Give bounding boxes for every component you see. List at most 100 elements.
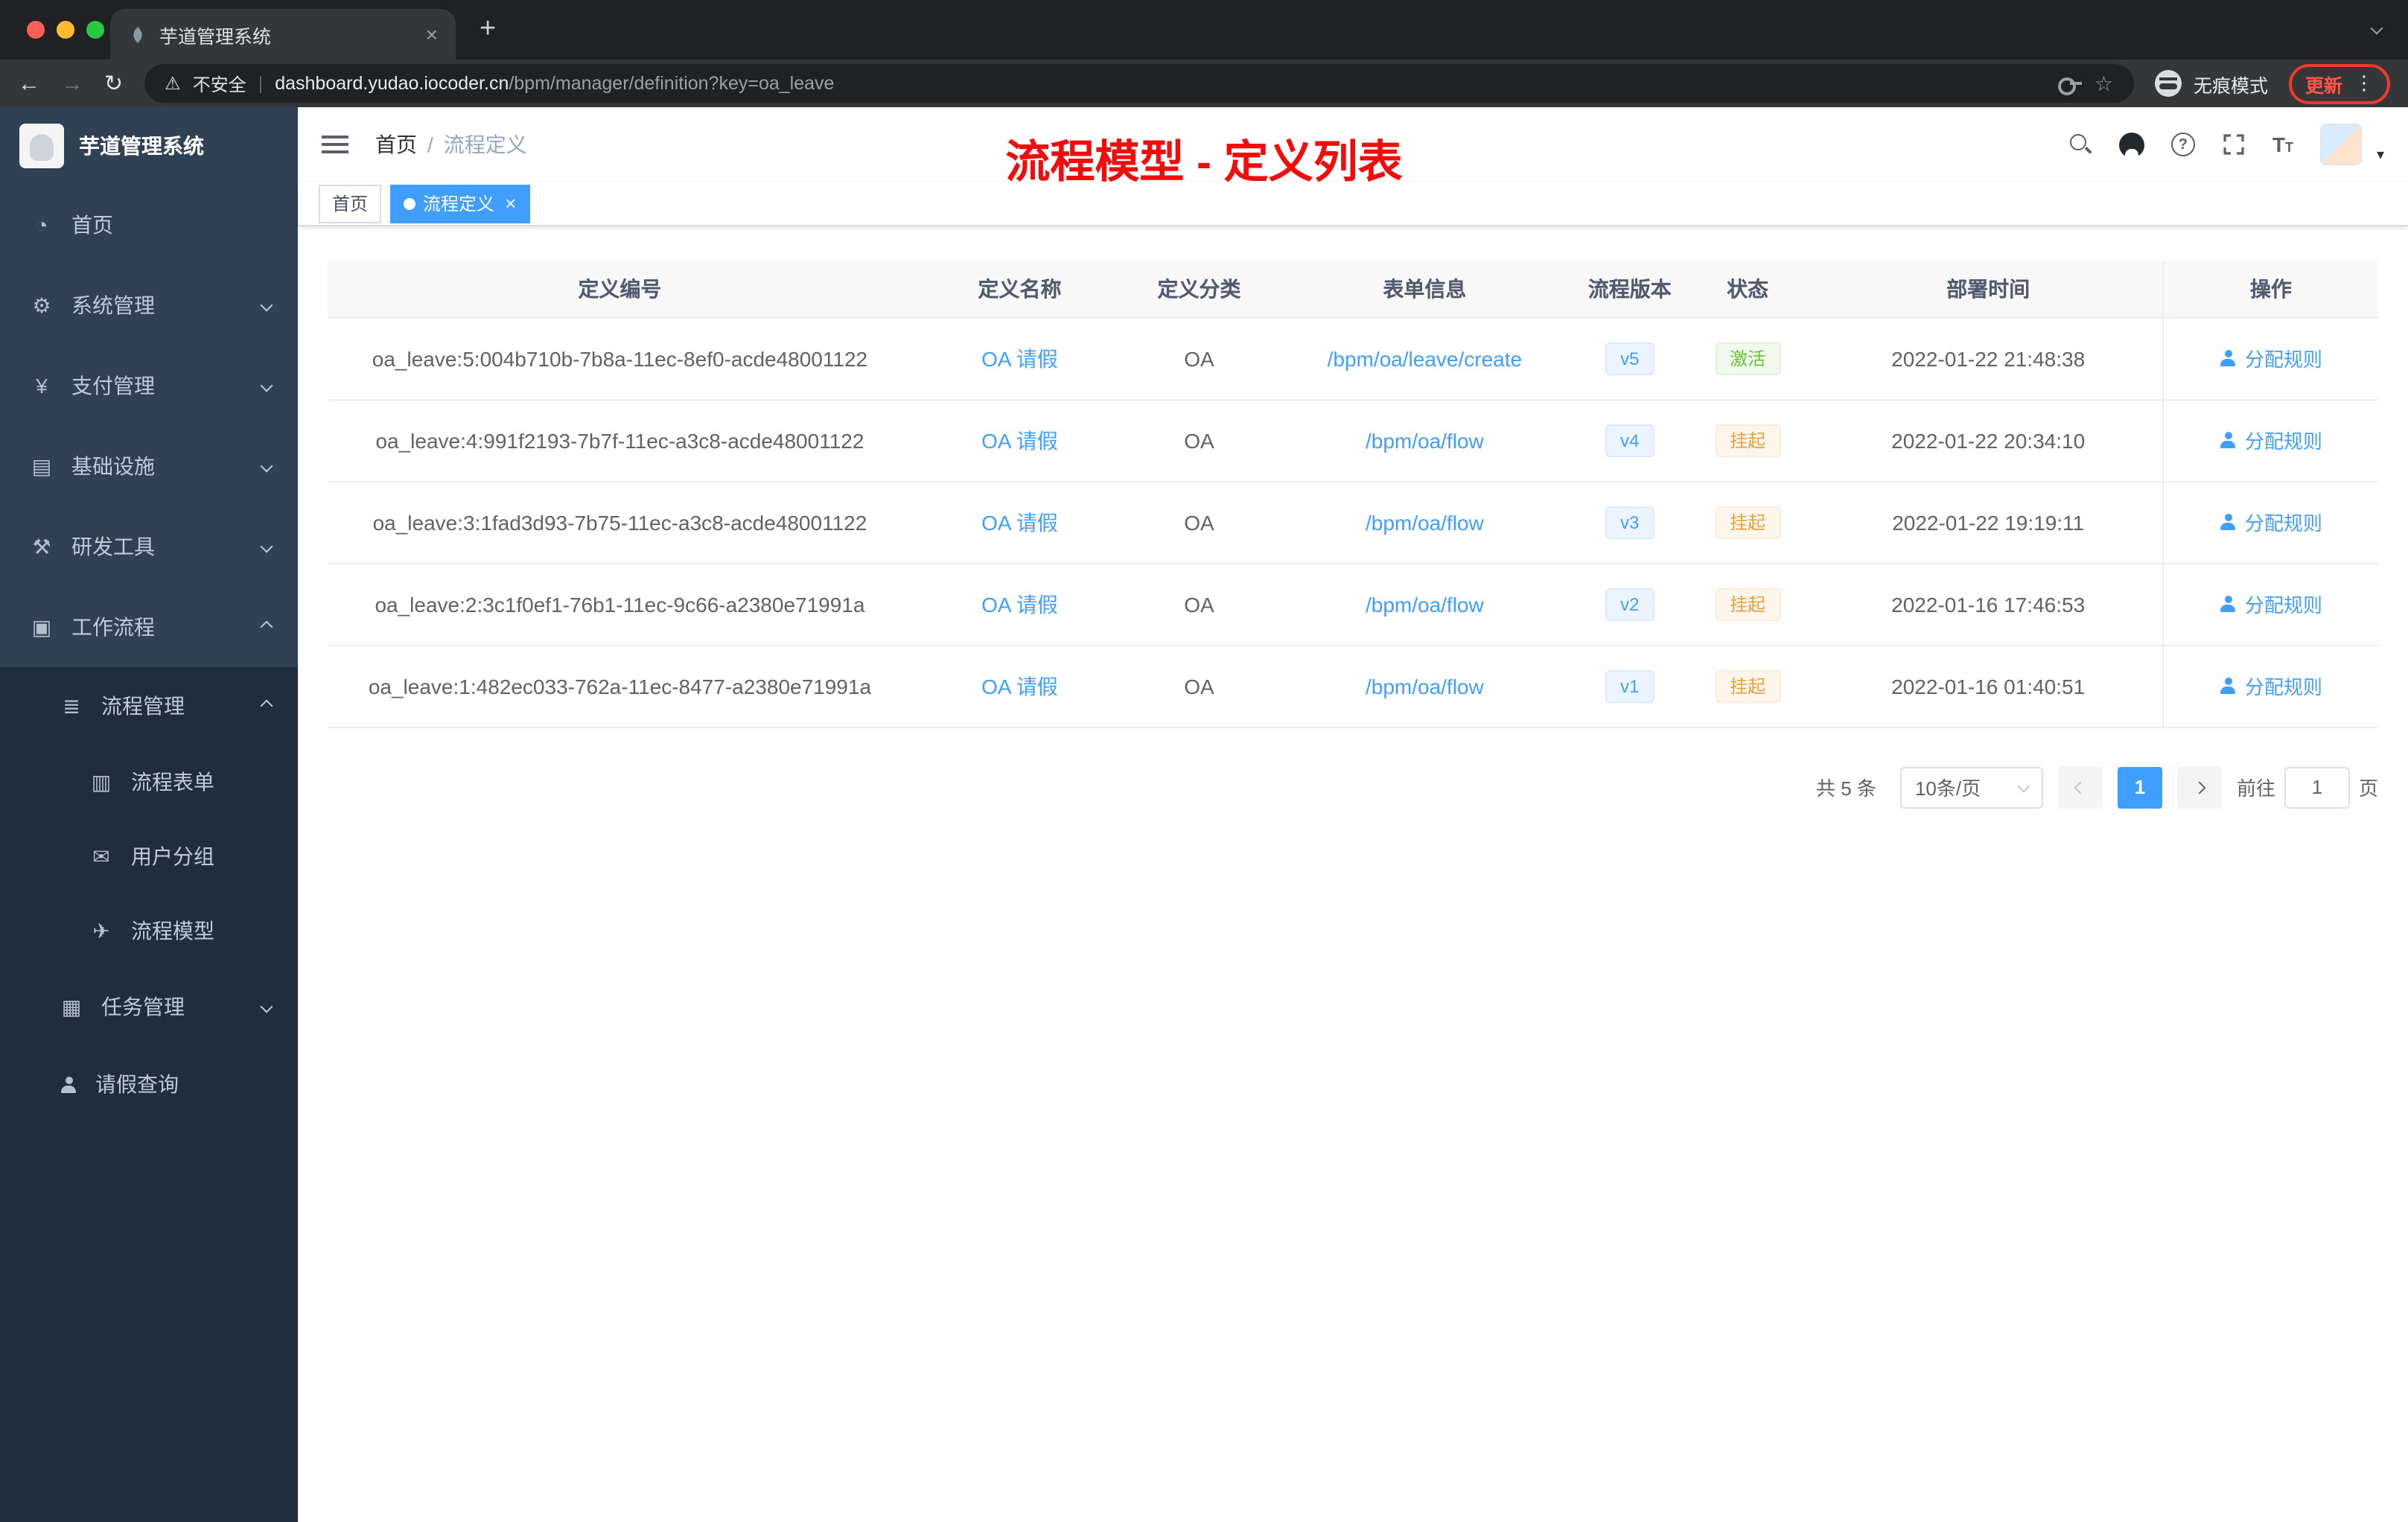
- form-link[interactable]: /bpm/oa/flow: [1366, 592, 1484, 616]
- status-badge: 挂起: [1715, 588, 1781, 620]
- bookmark-star-icon[interactable]: ☆: [2095, 73, 2113, 94]
- tag-label: 流程定义: [423, 194, 495, 214]
- incognito-icon: [2154, 70, 2182, 97]
- assign-rule-link[interactable]: 分配规则: [2220, 508, 2322, 536]
- forward-icon[interactable]: →: [61, 72, 83, 95]
- breadcrumb-home[interactable]: 首页: [375, 133, 417, 156]
- page-size-select[interactable]: 10条/页: [1899, 766, 2043, 808]
- goto-suffix: 页: [2358, 777, 2378, 800]
- sidebar-item-user-group[interactable]: ✉ 用户分组: [0, 819, 298, 894]
- cell-deploy-time: 2022-01-16 01:40:51: [1814, 645, 2163, 727]
- form-link[interactable]: /bpm/oa/leave/create: [1328, 346, 1523, 370]
- key-icon[interactable]: [2058, 76, 2083, 95]
- update-label: 更新: [2305, 75, 2342, 96]
- cell-category: OA: [1127, 317, 1271, 400]
- tab-close-icon[interactable]: ×: [426, 24, 438, 45]
- version-badge: v5: [1605, 342, 1654, 375]
- col-action: 操作: [2162, 261, 2378, 318]
- prev-page-button[interactable]: [2057, 766, 2103, 808]
- browser-tab[interactable]: 芋道管理系统 ×: [110, 9, 456, 60]
- cell-deploy-time: 2022-01-22 20:34:10: [1814, 399, 2163, 482]
- tag-process-definition[interactable]: 流程定义 ×: [390, 184, 530, 223]
- cell-definition-id: oa_leave:3:1fad3d93-7b75-11ec-a3c8-acde4…: [328, 481, 912, 564]
- form-link[interactable]: /bpm/oa/flow: [1366, 428, 1484, 452]
- close-window-button[interactable]: [27, 21, 45, 39]
- assign-rule-link[interactable]: 分配规则: [2220, 590, 2322, 618]
- breadcrumb-separator: /: [427, 133, 433, 156]
- sidebar-item-task-management[interactable]: ▦ 任务管理: [0, 968, 298, 1045]
- version-badge: v3: [1605, 506, 1654, 538]
- definitions-table: 定义编号 定义名称 定义分类 表单信息 流程版本 状态 部署时间 操作 oa_l: [328, 261, 2378, 727]
- table-row: oa_leave:5:004b710b-7b8a-11ec-8ef0-acde4…: [328, 317, 2378, 400]
- definition-name-link[interactable]: OA 请假: [981, 346, 1058, 370]
- font-size-icon[interactable]: TT: [2272, 134, 2293, 155]
- browser-chrome: 芋道管理系统 × + ← → ↻ ⚠ 不安全 | dashboard.yudao…: [0, 0, 2408, 107]
- sidebar-item-system[interactable]: ⚙ 系统管理: [0, 265, 298, 346]
- browser-menu-icon[interactable]: ⋮: [2354, 71, 2374, 95]
- help-icon[interactable]: ?: [2170, 133, 2195, 156]
- sidebar-item-payment[interactable]: ¥ 支付管理: [0, 346, 298, 426]
- tag-home[interactable]: 首页: [319, 184, 382, 223]
- assign-rule-link[interactable]: 分配规则: [2220, 426, 2322, 454]
- version-badge: v1: [1605, 669, 1654, 702]
- github-icon[interactable]: [2118, 132, 2144, 157]
- new-tab-button[interactable]: +: [480, 13, 496, 46]
- fullscreen-icon[interactable]: [2222, 133, 2246, 156]
- sidebar-item-infrastructure[interactable]: ▤ 基础设施: [0, 426, 298, 506]
- tab-search-chevron-icon[interactable]: [2370, 22, 2383, 35]
- cell-deploy-time: 2022-01-22 21:48:38: [1814, 317, 2163, 400]
- sidebar-item-process-model[interactable]: ✈ 流程模型: [0, 894, 298, 968]
- assign-rule-link[interactable]: 分配规则: [2220, 672, 2322, 700]
- tag-close-icon[interactable]: ×: [505, 194, 516, 213]
- warning-icon: ⚠: [165, 73, 181, 94]
- page-number-button[interactable]: 1: [2117, 766, 2162, 808]
- breadcrumb-current: 流程定义: [443, 133, 527, 156]
- avatar[interactable]: [2319, 124, 2362, 165]
- goto-page-input[interactable]: [2284, 766, 2350, 808]
- form-link[interactable]: /bpm/oa/flow: [1366, 510, 1484, 534]
- logo-title: 芋道管理系统: [79, 134, 204, 158]
- chevron-right-icon: [2193, 780, 2206, 794]
- address-bar[interactable]: ⚠ 不安全 | dashboard.yudao.iocoder.cn/bpm/m…: [144, 64, 2134, 103]
- sidebar-logo[interactable]: 芋道管理系统: [0, 107, 298, 185]
- back-icon[interactable]: ←: [18, 72, 40, 95]
- sidebar-item-label: 流程模型: [131, 919, 214, 943]
- definition-name-link[interactable]: OA 请假: [981, 592, 1058, 616]
- col-definition-category: 定义分类: [1127, 261, 1271, 318]
- chevron-down-icon: [260, 459, 273, 473]
- update-button[interactable]: 更新 ⋮: [2288, 63, 2390, 104]
- col-status: 状态: [1681, 261, 1815, 318]
- sidebar-item-devtools[interactable]: ⚒ 研发工具: [0, 506, 298, 587]
- dashboard-icon: ◔: [35, 213, 48, 237]
- table-header-row: 定义编号 定义名称 定义分类 表单信息 流程版本 状态 部署时间 操作: [328, 261, 2378, 318]
- avatar-caret-icon[interactable]: ▾: [2377, 147, 2384, 163]
- definition-name-link[interactable]: OA 请假: [981, 428, 1058, 452]
- sidebar-item-label: 系统管理: [71, 293, 155, 317]
- form-link[interactable]: /bpm/oa/flow: [1366, 674, 1484, 698]
- chevron-down-icon: [2017, 779, 2030, 792]
- sidebar-item-label: 首页: [71, 213, 113, 237]
- sidebar-item-workflow[interactable]: ▣ 工作流程: [0, 587, 298, 667]
- sidebar-item-leave-query[interactable]: 请假查询: [0, 1045, 298, 1123]
- definition-name-link[interactable]: OA 请假: [981, 510, 1058, 534]
- tools-icon: ⚒: [32, 534, 51, 558]
- person-icon: [60, 1076, 77, 1092]
- reload-icon[interactable]: ↻: [104, 72, 123, 95]
- sidebar-item-home[interactable]: ◔ 首页: [0, 185, 298, 265]
- assign-rule-link[interactable]: 分配规则: [2220, 344, 2322, 372]
- security-label[interactable]: 不安全: [193, 71, 246, 96]
- cell-category: OA: [1127, 399, 1271, 482]
- url-text[interactable]: dashboard.yudao.iocoder.cn/bpm/manager/d…: [275, 73, 834, 94]
- search-icon[interactable]: [2069, 133, 2092, 156]
- definition-name-link[interactable]: OA 请假: [981, 674, 1058, 698]
- cell-deploy-time: 2022-01-22 19:19:11: [1814, 481, 2163, 564]
- zoom-window-button[interactable]: [86, 21, 104, 39]
- minimize-window-button[interactable]: [57, 21, 74, 39]
- next-page-button[interactable]: [2176, 766, 2222, 808]
- chevron-down-icon: [260, 379, 273, 392]
- sidebar-item-process-form[interactable]: ▥ 流程表单: [0, 745, 298, 819]
- url-host: dashboard.yudao.iocoder.cn: [275, 73, 509, 94]
- person-icon: [2220, 350, 2237, 366]
- sidebar-item-process-management[interactable]: ≣ 流程管理: [0, 667, 298, 745]
- hamburger-icon[interactable]: [322, 134, 348, 155]
